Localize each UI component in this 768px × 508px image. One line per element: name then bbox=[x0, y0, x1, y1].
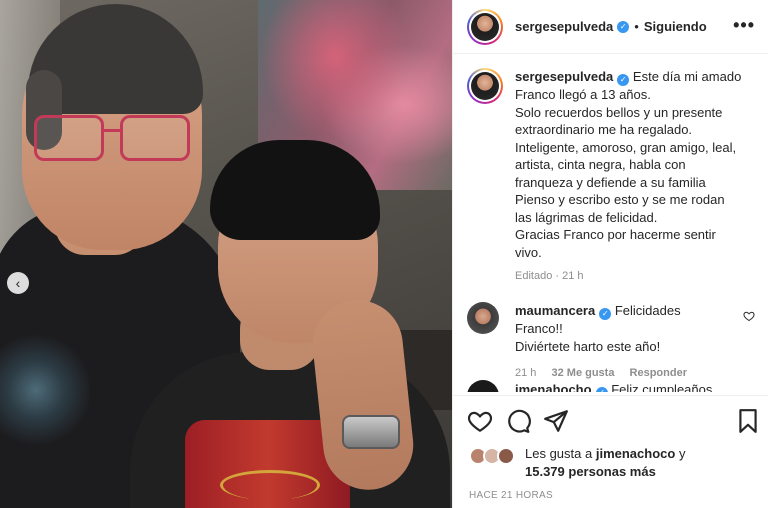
caption-meta: Editado · 21 h bbox=[515, 270, 584, 282]
post-caption: sergesepulveda ✓ Este día mi amado Franco… bbox=[467, 68, 759, 286]
comment-text: Diviértete harto este año! bbox=[515, 338, 661, 354]
post-header: sergesepulveda ✓ • Siguiendo ••• bbox=[453, 0, 768, 54]
comment-text: Feliz cumpleaños bbox=[611, 382, 713, 392]
commenter-username[interactable]: jmenahocho bbox=[515, 382, 592, 392]
share-icon[interactable] bbox=[543, 408, 569, 434]
post-side-panel: sergesepulveda ✓ • Siguiendo ••• sergese… bbox=[452, 0, 768, 508]
caption-line: Gracias Franco por hacermе sentir bbox=[515, 227, 716, 242]
caption-author-avatar[interactable] bbox=[467, 68, 503, 104]
liker-avatars[interactable] bbox=[469, 445, 521, 467]
caption-line: Franco llegó a 13 años. bbox=[515, 87, 651, 102]
comment-body: jmenahocho✓ Feliz cumpleaños bbox=[515, 381, 730, 392]
caption-line: Inteligente, amoroso, gran amigo, leal, bbox=[515, 139, 737, 155]
likes-count[interactable]: 15.379 personas más bbox=[525, 463, 685, 481]
chevron-left-icon[interactable]: ‹ bbox=[7, 272, 29, 294]
comment-age: 21 h bbox=[515, 367, 537, 379]
liker-avatar bbox=[497, 447, 515, 465]
post-photo[interactable]: ‹ bbox=[0, 0, 452, 508]
comment-icon[interactable] bbox=[505, 408, 531, 434]
likes-prefix: Les gusta a bbox=[525, 446, 593, 461]
comment-body: maumancera ✓ Felicidades Franco!! Diviért… bbox=[515, 302, 730, 383]
more-icon[interactable]: ••• bbox=[733, 15, 755, 36]
author-avatar[interactable] bbox=[467, 8, 503, 45]
comment-item: maumancera ✓ Felicidades Franco!! Diviért… bbox=[467, 302, 759, 383]
caption-line: las lágrimas de felicidad. bbox=[515, 209, 658, 225]
comment-likes[interactable]: 32 Me gusta bbox=[551, 367, 614, 379]
follow-state-button[interactable]: Siguiendo bbox=[644, 19, 707, 34]
verified-badge-icon: ✓ bbox=[595, 387, 608, 392]
header-separator: • bbox=[634, 19, 639, 34]
caption-line: Este día mi amado bbox=[632, 69, 742, 84]
caption-line: Solo recuerdos bellos y un presente bbox=[515, 104, 723, 120]
commenter-avatar[interactable] bbox=[467, 380, 499, 392]
commenter-avatar[interactable] bbox=[467, 302, 499, 334]
author-username[interactable]: sergesepulveda bbox=[515, 19, 613, 34]
likes-summary: Les gusta a jimenachoco y 15.379 persona… bbox=[469, 445, 685, 480]
caption-line: franqueza y defiende a su familia bbox=[515, 174, 706, 190]
likes-joiner: y bbox=[678, 446, 686, 461]
heart-icon[interactable] bbox=[467, 408, 493, 434]
boy-shirt-ornament bbox=[220, 470, 320, 500]
caption-line: artista, cinta negra, habla con bbox=[515, 157, 686, 172]
comment-heart-icon[interactable] bbox=[743, 310, 755, 322]
caption-username[interactable]: sergesepulveda bbox=[515, 69, 613, 84]
action-bar bbox=[453, 395, 768, 445]
caption-line: vivo. bbox=[515, 244, 542, 260]
caption-line: extraordinario me ha regalado. bbox=[515, 122, 693, 137]
verified-badge-icon: ✓ bbox=[599, 308, 612, 320]
caption-text: sergesepulveda ✓ Este día mi amado Franco… bbox=[515, 68, 741, 286]
man-glasses bbox=[34, 115, 194, 161]
commenter-username[interactable]: maumancera bbox=[515, 303, 595, 318]
wristwatch bbox=[342, 415, 400, 449]
verified-badge-icon: ✓ bbox=[617, 74, 630, 86]
verified-badge-icon: ✓ bbox=[617, 20, 630, 33]
comment-item-partial: jmenahocho✓ Feliz cumpleaños bbox=[467, 380, 759, 392]
caption-line: Pienso y escribo esto y se me rodan bbox=[515, 192, 725, 207]
man-shirt-print bbox=[0, 330, 90, 450]
liker-username[interactable]: jimenachoco bbox=[596, 446, 675, 461]
likes-text: Les gusta a jimenachoco y 15.379 persona… bbox=[525, 445, 685, 480]
post-timestamp[interactable]: HACE 21 HORAS bbox=[469, 490, 553, 501]
bookmark-icon[interactable] bbox=[735, 408, 761, 434]
reply-button[interactable]: Responder bbox=[630, 367, 687, 379]
